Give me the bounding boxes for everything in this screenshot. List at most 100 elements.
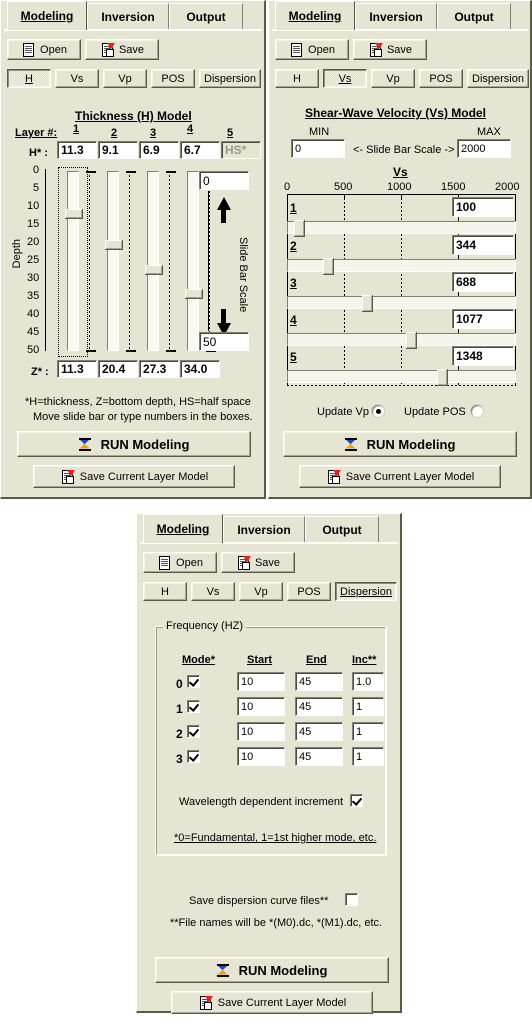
mode-checkbox-2[interactable] bbox=[187, 725, 200, 738]
save-layer-model-button[interactable]: Save Current Layer Model bbox=[299, 465, 501, 488]
subtab-vs[interactable]: Vs bbox=[323, 69, 367, 88]
tab-inversion[interactable]: Inversion bbox=[87, 3, 169, 30]
mode-checkbox-1[interactable] bbox=[187, 700, 200, 713]
vs-value-input-4[interactable]: 1077 bbox=[452, 309, 514, 329]
start-input-0[interactable]: 10 bbox=[237, 672, 285, 691]
subtab-dispersion[interactable]: Dispersion bbox=[335, 582, 397, 601]
subtab-h[interactable]: H bbox=[7, 69, 51, 88]
subtab-h[interactable]: H bbox=[275, 69, 319, 88]
z-input-4[interactable]: 34.0 bbox=[180, 360, 220, 378]
vs-row-label-3: 3 bbox=[290, 276, 297, 290]
subtab-h[interactable]: H bbox=[143, 582, 187, 601]
h-slider-4-thumb[interactable] bbox=[185, 289, 203, 299]
h-input-4[interactable]: 6.7 bbox=[180, 141, 220, 159]
vs-slider-2-thumb[interactable] bbox=[323, 258, 334, 275]
vs-slider-3[interactable] bbox=[287, 295, 516, 312]
update-pos-radio[interactable] bbox=[471, 405, 483, 417]
vs-slider-1-thumb[interactable] bbox=[294, 220, 305, 237]
panel-dispersion: Modeling Inversion Output Open Save H Vs… bbox=[136, 513, 402, 1014]
vs-value-input-5[interactable]: 1348 bbox=[452, 346, 514, 366]
subtab-vp[interactable]: Vp bbox=[103, 69, 147, 88]
tab-output[interactable]: Output bbox=[169, 3, 243, 30]
subtab-vs[interactable]: Vs bbox=[55, 69, 99, 88]
z-input-3[interactable]: 27.3 bbox=[139, 360, 179, 378]
inc-input-1[interactable]: 1 bbox=[352, 697, 384, 716]
inc-input-3[interactable]: 1 bbox=[352, 747, 384, 766]
subtab-dispersion[interactable]: Dispersion bbox=[199, 69, 261, 88]
vs-slider-3-thumb[interactable] bbox=[362, 295, 373, 312]
vs-min-input[interactable]: 0 bbox=[291, 139, 345, 158]
end-input-1[interactable]: 45 bbox=[295, 697, 343, 716]
vs-slider-5[interactable] bbox=[287, 369, 516, 386]
scale-min-input[interactable]: 0 bbox=[199, 171, 249, 190]
run-modeling-button[interactable]: RUN Modeling bbox=[283, 431, 517, 457]
vs-slider-4-thumb[interactable] bbox=[406, 332, 417, 349]
run-modeling-button[interactable]: RUN Modeling bbox=[17, 431, 251, 457]
subtab-vp[interactable]: Vp bbox=[239, 582, 283, 601]
h-input-1[interactable]: 11.3 bbox=[57, 141, 97, 159]
h-slider-3-thumb[interactable] bbox=[145, 265, 163, 275]
subtab-dispersion[interactable]: Dispersion bbox=[467, 69, 529, 88]
vs-slider-2[interactable] bbox=[287, 258, 516, 275]
run-modeling-button[interactable]: RUN Modeling bbox=[155, 957, 389, 983]
tab-output[interactable]: Output bbox=[437, 3, 511, 30]
start-input-3[interactable]: 10 bbox=[237, 747, 285, 766]
vs-slider-1[interactable] bbox=[287, 220, 516, 237]
tab-inversion[interactable]: Inversion bbox=[355, 3, 437, 30]
save-button[interactable]: Save bbox=[353, 39, 427, 60]
start-input-1[interactable]: 10 bbox=[237, 697, 285, 716]
open-button[interactable]: Open bbox=[7, 39, 81, 60]
end-input-3[interactable]: 45 bbox=[295, 747, 343, 766]
open-button[interactable]: Open bbox=[275, 39, 349, 60]
mode-checkbox-3[interactable] bbox=[187, 750, 200, 763]
h-slider-4[interactable] bbox=[185, 171, 203, 351]
depth-axis-label: Depth bbox=[11, 239, 23, 269]
vs-max-input[interactable]: 2000 bbox=[457, 139, 511, 158]
save-layer-model-button[interactable]: Save Current Layer Model bbox=[33, 465, 235, 488]
open-button[interactable]: Open bbox=[143, 552, 217, 573]
save-layer-model-button[interactable]: Save Current Layer Model bbox=[171, 991, 373, 1014]
tab-modeling[interactable]: Modeling bbox=[143, 514, 223, 543]
h-slider-3[interactable] bbox=[145, 171, 163, 351]
save-layer-model-label: Save Current Layer Model bbox=[217, 996, 347, 1009]
h-input-3[interactable]: 6.9 bbox=[139, 141, 179, 159]
inc-input-2[interactable]: 1 bbox=[352, 722, 384, 741]
tab-output[interactable]: Output bbox=[305, 516, 379, 543]
subtab-vs[interactable]: Vs bbox=[191, 582, 235, 601]
vs-value-input-2[interactable]: 344 bbox=[452, 235, 514, 255]
h-slider-2[interactable] bbox=[105, 171, 123, 351]
subtab-vs-label: Vs bbox=[338, 72, 352, 85]
subtab-h-label: H bbox=[293, 72, 301, 85]
save-dispersion-curve-checkbox[interactable] bbox=[345, 893, 358, 906]
scale-max-input[interactable]: 50 bbox=[199, 332, 249, 351]
end-input-0[interactable]: 45 bbox=[295, 672, 343, 691]
open-button-label: Open bbox=[308, 43, 335, 56]
tab-inversion[interactable]: Inversion bbox=[223, 516, 305, 543]
mode-checkbox-0[interactable] bbox=[187, 675, 200, 688]
h-slider-1[interactable] bbox=[65, 171, 83, 351]
save-button[interactable]: Save bbox=[85, 39, 159, 60]
layer-number-label: Layer #: bbox=[15, 127, 58, 139]
h-slider-1-thumb[interactable] bbox=[65, 209, 83, 219]
wavelength-increment-checkbox[interactable] bbox=[350, 794, 363, 807]
vs-slider-4[interactable] bbox=[287, 332, 516, 349]
end-input-2[interactable]: 45 bbox=[295, 722, 343, 741]
z-input-1[interactable]: 11.3 bbox=[57, 360, 97, 378]
h-slider-2-thumb[interactable] bbox=[105, 240, 123, 250]
z-input-2[interactable]: 20.4 bbox=[98, 360, 138, 378]
start-input-2[interactable]: 10 bbox=[237, 722, 285, 741]
tab-modeling[interactable]: Modeling bbox=[7, 1, 87, 30]
h-input-2[interactable]: 9.1 bbox=[98, 141, 138, 159]
save-button[interactable]: Save bbox=[221, 552, 295, 573]
subtab-pos[interactable]: POS bbox=[287, 582, 331, 601]
subtab-pos[interactable]: POS bbox=[151, 69, 195, 88]
vs-value-input-1[interactable]: 100 bbox=[452, 197, 514, 217]
subtab-pos[interactable]: POS bbox=[419, 69, 463, 88]
vs-slider-5-thumb[interactable] bbox=[437, 369, 448, 386]
inc-input-0[interactable]: 1.0 bbox=[352, 672, 384, 691]
open-button-label: Open bbox=[176, 556, 203, 569]
subtab-vp[interactable]: Vp bbox=[371, 69, 415, 88]
vs-value-input-3[interactable]: 688 bbox=[452, 272, 514, 292]
update-vp-radio[interactable] bbox=[372, 405, 384, 417]
tab-modeling[interactable]: Modeling bbox=[275, 1, 355, 30]
